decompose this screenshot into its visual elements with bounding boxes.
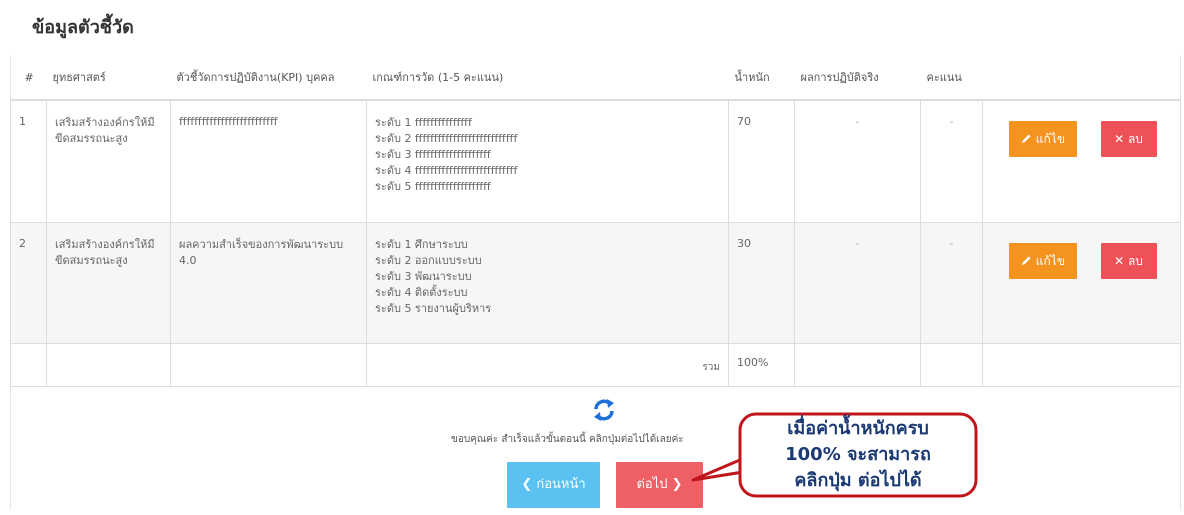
success-message: ขอบคุณค่ะ สำเร็จแล้วขั้นตอนนี้ คลิกปุ่มต… — [451, 434, 684, 445]
col-header-criteria: เกณฑ์การวัด (1-5 คะแนน) — [366, 55, 729, 101]
callout-text: เมื่อค่าน้ำหนักครบ 100% จะสามารถ คลิกปุ่… — [738, 412, 978, 498]
x-icon: ✕ — [1114, 254, 1125, 268]
chevron-right-icon: ❯ — [671, 477, 683, 492]
col-header-kpi: ตัวชี้วัดการปฏิบัติงาน(KPI) บุคคล — [170, 55, 367, 101]
row-score: - — [920, 99, 983, 223]
criteria-level: ระดับ 5 รายงานผู้บริหาร — [375, 302, 492, 315]
edit-button[interactable]: แก้ไข — [1009, 121, 1077, 157]
row-actions: แก้ไข ✕ ลบ — [982, 222, 1181, 344]
criteria-level: ระดับ 3 พัฒนาระบบ — [375, 270, 472, 283]
row-actual: - — [794, 99, 921, 223]
col-header-actual: ผลการปฏิบัติจริง — [794, 55, 921, 101]
table-row: 2 เสริมสร้างองค์กรให้มีขีดสมรรถนะสูง ผลค… — [10, 222, 1181, 344]
col-header-weight: น้ำหนัก — [728, 55, 795, 101]
kpi-table: # ยุทธศาสตร์ ตัวชี้วัดการปฏิบัติงาน(KPI)… — [10, 55, 1181, 387]
criteria-level: ระดับ 2 ออกแบบระบบ — [375, 254, 482, 267]
row-weight: 30 — [728, 222, 795, 344]
delete-button-label: ลบ — [1127, 254, 1143, 268]
pencil-icon — [1021, 256, 1031, 266]
delete-button[interactable]: ✕ ลบ — [1100, 243, 1157, 279]
previous-button[interactable]: ❮ ก่อนหน้า — [507, 462, 600, 508]
row-kpi: ffffffffffffffffffffffffff — [170, 99, 367, 223]
callout-line: คลิกปุ่ม ต่อไปได้ — [794, 470, 922, 491]
criteria-level: ระดับ 4 ติดตั้งระบบ — [375, 286, 468, 299]
table-row: 1 เสริมสร้างองค์กรให้มีขีดสมรรถนะสูง fff… — [10, 99, 1181, 223]
row-number: 1 — [10, 99, 47, 223]
refresh-icon[interactable] — [590, 396, 618, 424]
table-header-row: # ยุทธศาสตร์ ตัวชี้วัดการปฏิบัติงาน(KPI)… — [10, 55, 1181, 101]
row-criteria: ระดับ 1 fffffffffffffff ระดับ 2 ffffffff… — [366, 99, 729, 223]
delete-button-label: ลบ — [1127, 132, 1143, 146]
next-button[interactable]: ต่อไป ❯ — [616, 462, 703, 508]
total-row: รวม 100% — [10, 343, 1181, 387]
next-button-label: ต่อไป — [636, 477, 668, 492]
total-label: รวม — [366, 343, 729, 387]
criteria-level: ระดับ 1 ศึกษาระบบ — [375, 238, 468, 251]
col-header-actions — [982, 55, 1181, 101]
edit-button-label: แก้ไข — [1035, 132, 1066, 146]
total-weight: 100% — [728, 343, 795, 387]
row-actions: แก้ไข ✕ ลบ — [982, 99, 1181, 223]
row-score: - — [920, 222, 983, 344]
row-strategy: เสริมสร้างองค์กรให้มีขีดสมรรถนะสูง — [46, 222, 171, 344]
callout-line: 100% จะสามารถ — [785, 444, 931, 465]
criteria-level: ระดับ 5 ffffffffffffffffffff — [375, 180, 491, 193]
pencil-icon — [1021, 134, 1031, 144]
row-weight: 70 — [728, 99, 795, 223]
col-header-strategy: ยุทธศาสตร์ — [46, 55, 171, 101]
criteria-level: ระดับ 4 fffffffffffffffffffffffffff — [375, 164, 518, 177]
criteria-level: ระดับ 2 fffffffffffffffffffffffffff — [375, 132, 518, 145]
criteria-level: ระดับ 1 fffffffffffffff — [375, 116, 472, 129]
delete-button[interactable]: ✕ ลบ — [1100, 121, 1157, 157]
page-title: ข้อมูลตัวชี้วัด — [32, 17, 134, 38]
row-kpi: ผลความสำเร็จของการพัฒนาระบบ 4.0 — [170, 222, 367, 344]
edit-button[interactable]: แก้ไข — [1009, 243, 1077, 279]
col-header-score: คะแนน — [920, 55, 983, 101]
previous-button-label: ก่อนหน้า — [536, 477, 586, 492]
chevron-left-icon: ❮ — [521, 477, 533, 492]
callout-line: เมื่อค่าน้ำหนักครบ — [787, 418, 929, 439]
row-strategy: เสริมสร้างองค์กรให้มีขีดสมรรถนะสูง — [46, 99, 171, 223]
col-header-no: # — [10, 55, 47, 101]
x-icon: ✕ — [1114, 132, 1125, 146]
row-number: 2 — [10, 222, 47, 344]
row-actual: - — [794, 222, 921, 344]
row-criteria: ระดับ 1 ศึกษาระบบ ระดับ 2 ออกแบบระบบ ระด… — [366, 222, 729, 344]
criteria-level: ระดับ 3 ffffffffffffffffffff — [375, 148, 491, 161]
edit-button-label: แก้ไข — [1035, 254, 1066, 268]
